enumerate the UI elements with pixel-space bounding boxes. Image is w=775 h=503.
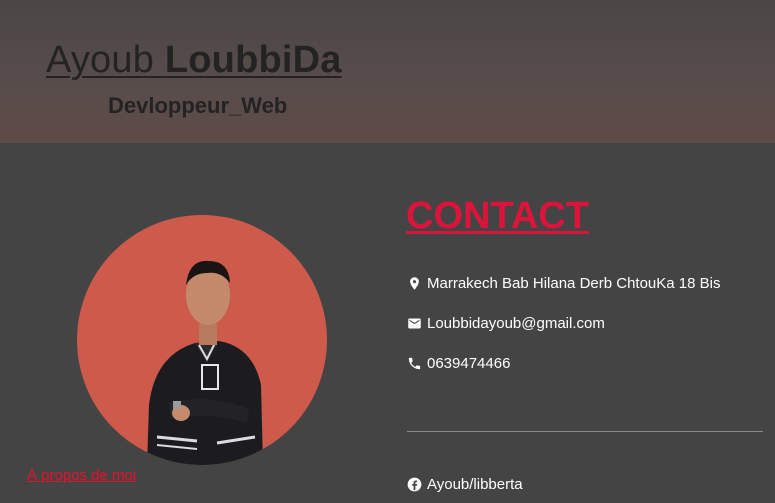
about-me-link[interactable]: À propos de moi xyxy=(27,466,136,486)
email-row: Loubbidayoub@gmail.com xyxy=(407,312,605,334)
page-title: Ayoub LoubbiDa xyxy=(46,38,342,82)
contact-heading: CONTACT xyxy=(406,195,589,237)
phone-text: 0639474466 xyxy=(427,354,511,372)
envelope-icon xyxy=(407,316,422,331)
facebook-row[interactable]: Ayoub/libberta xyxy=(407,473,523,495)
divider xyxy=(407,431,763,432)
job-title: Devloppeur_Web xyxy=(108,93,288,118)
facebook-text[interactable]: Ayoub/libberta xyxy=(427,476,523,493)
email-text: Loubbidayoub@gmail.com xyxy=(427,314,605,332)
person-photo-icon xyxy=(147,260,263,465)
address-row: Marrakech Bab Hilana Derb ChtouKa 18 Bis xyxy=(407,272,720,294)
address-text: Marrakech Bab Hilana Derb ChtouKa 18 Bis xyxy=(427,274,721,292)
profile-avatar xyxy=(77,215,327,465)
location-pin-icon xyxy=(407,276,422,291)
first-name: Ayoub xyxy=(46,39,155,81)
phone-icon xyxy=(407,356,422,371)
page-header: Ayoub LoubbiDa Devloppeur_Web xyxy=(0,0,775,143)
last-name: LoubbiDa xyxy=(164,39,342,81)
phone-row: 0639474466 xyxy=(407,352,510,374)
facebook-icon xyxy=(407,477,422,492)
